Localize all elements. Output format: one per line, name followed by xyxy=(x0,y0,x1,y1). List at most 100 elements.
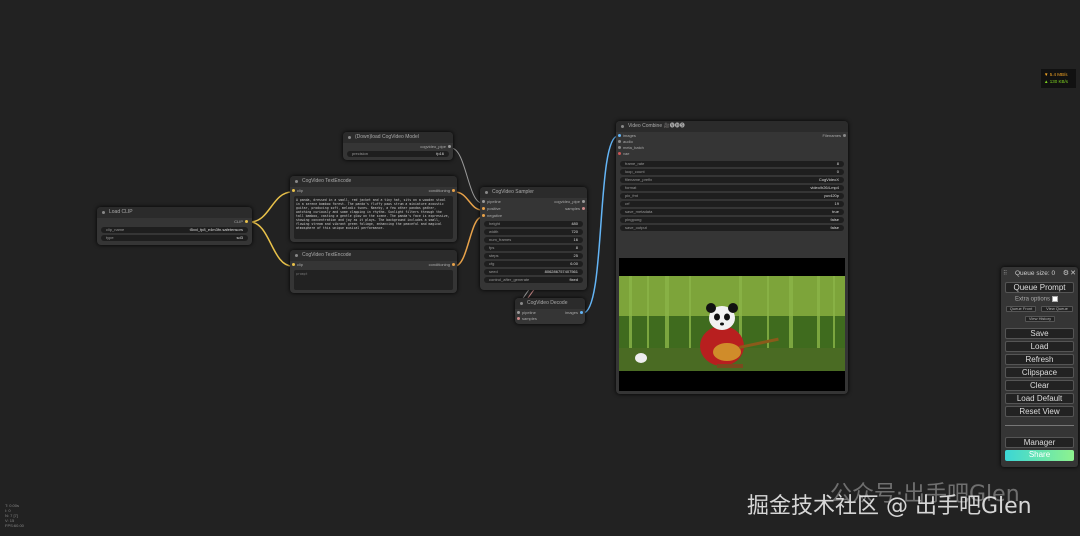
prompt-textarea[interactable]: prompt xyxy=(294,270,453,290)
gear-icon[interactable]: ⚙ xyxy=(1063,269,1069,277)
widget-label: fps xyxy=(489,245,495,250)
widget-value: yuv420p xyxy=(823,193,839,198)
clipspace-button[interactable]: Clipspace xyxy=(1005,367,1074,378)
output-cogvideo-pipe[interactable]: cogvideo_pipe xyxy=(420,144,453,150)
widget-value: 720 xyxy=(571,229,578,234)
output-filenames[interactable]: Filenames xyxy=(823,133,848,139)
view-queue-button[interactable]: View Queue xyxy=(1041,306,1073,312)
widget-value: false xyxy=(830,217,839,222)
widget-fps[interactable]: fps 8 xyxy=(484,245,583,251)
slot-label: images xyxy=(623,133,636,138)
slot-dot xyxy=(517,311,520,315)
video-preview[interactable] xyxy=(619,258,845,391)
widget-clip-name[interactable]: clip_name t5xxl_fp8_e4m3fn.safetensors xyxy=(101,227,248,233)
widget-label: pingpong xyxy=(625,217,642,222)
view-history-button[interactable]: View History xyxy=(1025,316,1055,322)
widget-value: fp16 xyxy=(436,151,444,156)
widget-height[interactable]: height 480 xyxy=(484,221,583,227)
node-cogvideo-sampler[interactable]: CogVideo Sampler pipeline positive negat… xyxy=(480,187,587,290)
slot-label: CLIP xyxy=(234,219,243,224)
wire-images xyxy=(582,135,619,314)
widget-cfg[interactable]: cfg 6.00 xyxy=(484,261,583,267)
output-cogvideo-pipe[interactable]: cogvideo_pipe xyxy=(554,199,587,205)
queue-prompt-button[interactable]: Queue Prompt xyxy=(1005,282,1074,293)
load-default-button[interactable]: Load Default xyxy=(1005,393,1074,404)
widget-type[interactable]: type sd3 xyxy=(101,235,248,241)
input-positive[interactable]: positive xyxy=(480,206,501,212)
widget-pix-fmt[interactable]: pix_fmt yuv420p xyxy=(620,193,844,199)
input-negative[interactable]: negative xyxy=(480,213,502,219)
widget-precision[interactable]: precision fp16 xyxy=(347,151,449,157)
upload-rate: ▲ 130 KB/s xyxy=(1044,79,1068,84)
widget-num-frames[interactable]: num_frames 16 xyxy=(484,237,583,243)
widget-format[interactable]: format video/h264-mp4 xyxy=(620,185,844,191)
slot-dot xyxy=(482,214,485,218)
widget-loop-count[interactable]: loop_count 0 xyxy=(620,169,844,175)
prompt-textarea[interactable]: A panda, dressed in a small, red jacket … xyxy=(294,196,453,239)
node-title: CogVideo Sampler xyxy=(480,187,587,198)
widget-control-after-generate[interactable]: control_after_generate fixed xyxy=(484,277,583,283)
input-clip[interactable]: clip xyxy=(290,262,303,268)
extra-options-checkbox[interactable] xyxy=(1051,296,1058,302)
slot-dot xyxy=(245,220,248,224)
node-load-clip[interactable]: Load CLIP CLIP clip_name t5xxl_fp8_e4m3fn… xyxy=(97,207,252,245)
widget-label: filename_prefix xyxy=(625,177,653,182)
wire-negative xyxy=(454,216,483,267)
save-button[interactable]: Save xyxy=(1005,328,1074,339)
widget-label: steps xyxy=(489,253,499,258)
reset-view-button[interactable]: Reset View xyxy=(1005,406,1074,417)
drag-handle-icon[interactable]: ⠿ xyxy=(1003,270,1007,277)
slot-label: Filenames xyxy=(822,133,841,138)
output-samples[interactable]: samples xyxy=(565,206,587,212)
output-clip[interactable]: CLIP xyxy=(234,219,250,225)
widget-width[interactable]: width 720 xyxy=(484,229,583,235)
input-vae[interactable]: vae xyxy=(616,151,629,157)
node-download-model[interactable]: (Down)load CogVideo Model cogvideo_pipe … xyxy=(343,132,453,160)
slot-label: meta_batch xyxy=(623,145,644,150)
node-title: Load CLIP xyxy=(97,207,252,218)
widget-steps[interactable]: steps 25 xyxy=(484,253,583,259)
widget-seed[interactable]: seed 806286757407561 xyxy=(484,269,583,275)
widget-pingpong[interactable]: pingpong false xyxy=(620,217,844,223)
panda-video-frame xyxy=(619,258,845,391)
queue-front-button[interactable]: Queue Front xyxy=(1006,306,1036,312)
widget-value: 480 xyxy=(571,221,578,226)
manager-button[interactable]: Manager xyxy=(1005,437,1074,448)
download-rate: ▼ 5.4 MB/s xyxy=(1044,72,1068,77)
slot-label: cogvideo_pipe xyxy=(420,144,446,149)
node-title: (Down)load CogVideo Model xyxy=(343,132,453,143)
slot-label: samples xyxy=(522,316,537,321)
graph-canvas[interactable]: Load CLIP CLIP clip_name t5xxl_fp8_e4m3fn… xyxy=(0,0,1080,536)
close-icon[interactable]: ✕ xyxy=(1070,269,1076,277)
widget-value: CogVideoX xyxy=(818,177,839,182)
widget-frame-rate[interactable]: frame_rate 8 xyxy=(620,161,844,167)
input-pipeline[interactable]: pipeline xyxy=(480,199,501,205)
widget-value: 16 xyxy=(573,237,578,242)
node-cogvideo-decode[interactable]: CogVideo Decode pipeline samples images xyxy=(515,298,585,324)
widget-save-output[interactable]: save_output false xyxy=(620,225,844,231)
clear-button[interactable]: Clear xyxy=(1005,380,1074,391)
widget-label: format xyxy=(625,185,637,190)
slot-dot xyxy=(517,317,520,321)
queue-size-label: Queue size: 0 xyxy=(1015,270,1056,277)
share-button[interactable]: Share xyxy=(1005,450,1074,461)
refresh-button[interactable]: Refresh xyxy=(1005,354,1074,365)
input-samples[interactable]: samples xyxy=(515,316,537,322)
load-button[interactable]: Load xyxy=(1005,341,1074,352)
node-text-encode-negative[interactable]: CogVideo TextEncode clip conditioning pr… xyxy=(290,250,457,293)
input-clip[interactable]: clip xyxy=(290,188,303,194)
widget-filename-prefix[interactable]: filename_prefix CogVideoX xyxy=(620,177,844,183)
slot-dot xyxy=(452,263,455,267)
slot-dot xyxy=(580,311,583,315)
node-video-combine[interactable]: Video Combine 🎥🅥🅗🅢 images audio meta_bat… xyxy=(616,121,848,394)
output-images[interactable]: images xyxy=(565,310,585,316)
fps-readout: T: 0.00s I: 0 N: 7 [7] V: 15 FPS:60.00 xyxy=(5,503,24,528)
widget-save-metadata[interactable]: save_metadata true xyxy=(620,209,844,215)
slot-dot xyxy=(618,152,621,156)
slot-dot xyxy=(292,189,295,193)
widget-label: clip_name xyxy=(106,227,125,232)
output-conditioning[interactable]: conditioning xyxy=(429,262,457,268)
node-text-encode-positive[interactable]: CogVideo TextEncode clip conditioning A … xyxy=(290,176,457,242)
output-conditioning[interactable]: conditioning xyxy=(429,188,457,194)
widget-crf[interactable]: crf 19 xyxy=(620,201,844,207)
